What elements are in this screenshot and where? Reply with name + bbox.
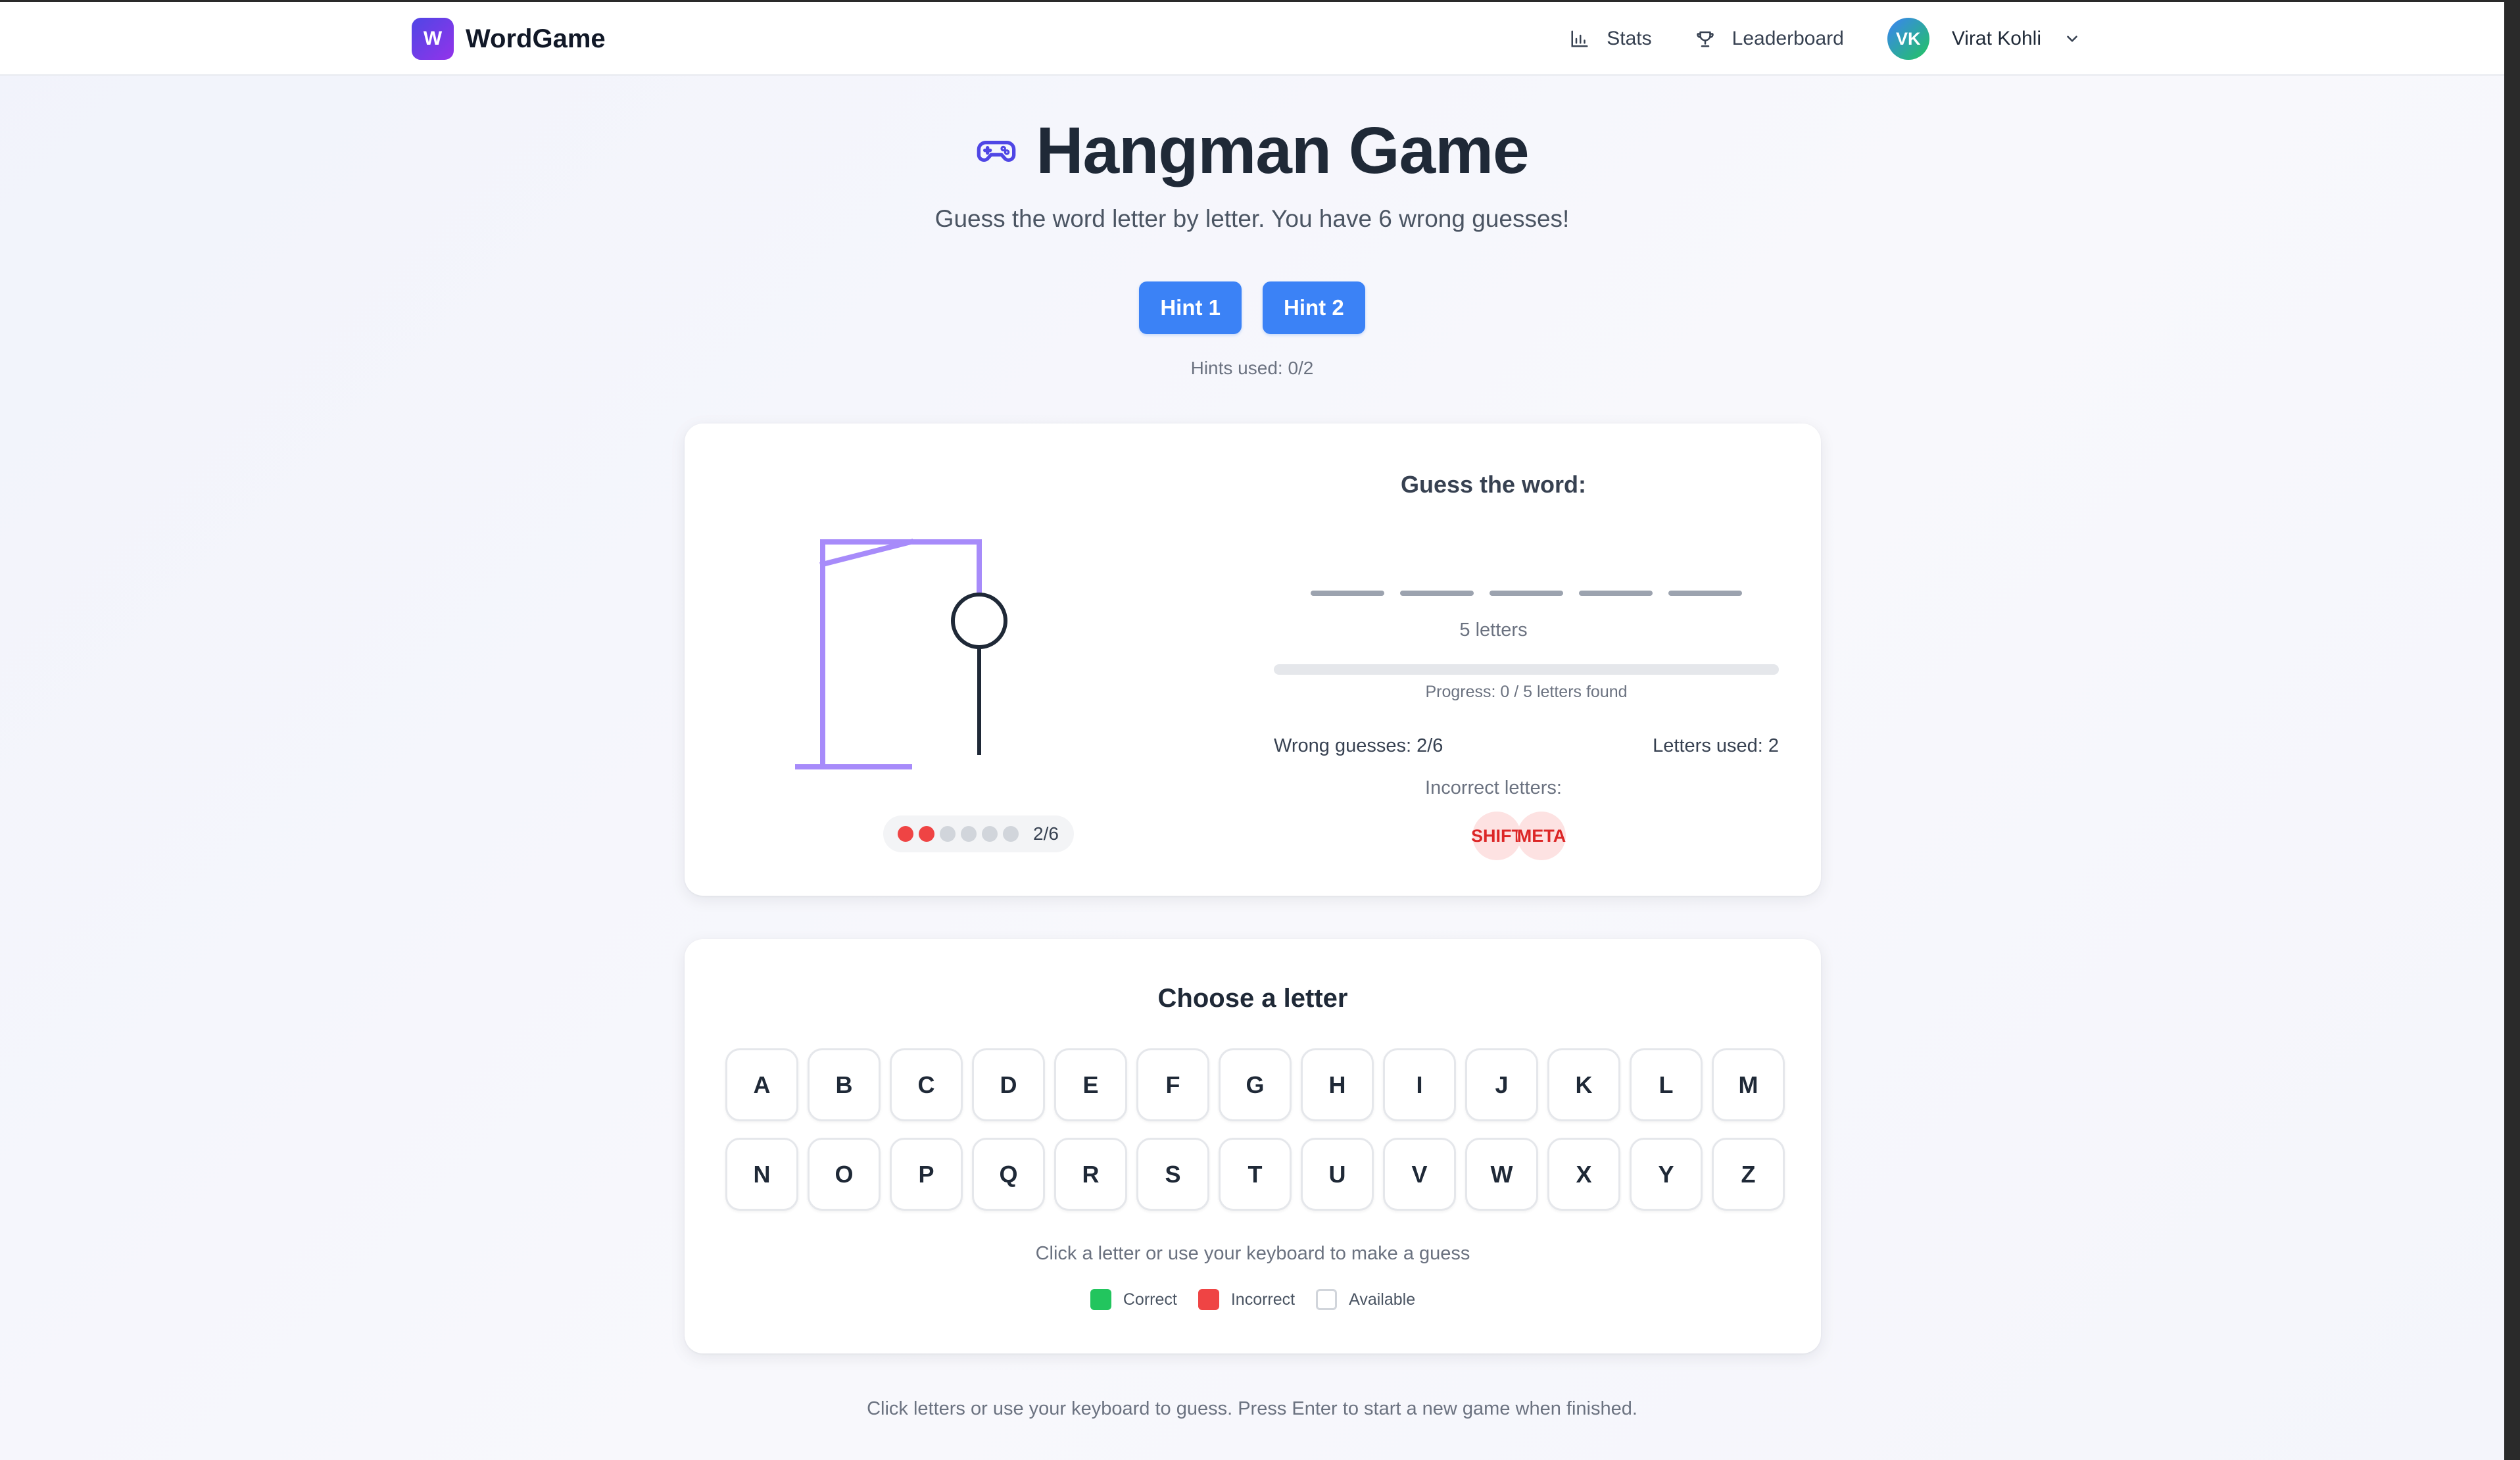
lives-indicator: 2/6 [883, 815, 1074, 852]
bar-chart-icon [1571, 30, 1588, 47]
letter-slot [1579, 591, 1653, 596]
leaderboard-label: Leaderboard [1732, 28, 1844, 49]
life-dot [919, 826, 934, 842]
nav-links: Stats Leaderboard VK Virat Kohli [1570, 18, 2081, 60]
letter-key-r[interactable]: R [1054, 1138, 1127, 1211]
legend-incorrect: Incorrect [1198, 1289, 1295, 1310]
lives-count: 2/6 [1033, 823, 1059, 844]
letter-key-k[interactable]: K [1547, 1048, 1620, 1121]
incorrect-letters-title: Incorrect letters: [1425, 777, 1562, 798]
avatar[interactable]: VK [1887, 18, 1929, 60]
letter-key-f[interactable]: F [1136, 1048, 1209, 1121]
letters-count: 5 letters [1459, 620, 1528, 641]
letter-key-o[interactable]: O [808, 1138, 881, 1211]
stats-label: Stats [1607, 28, 1652, 49]
brand-logo: W [412, 18, 454, 60]
gallows-brace [819, 539, 914, 568]
hints-used: Hints used: 0/2 [1190, 358, 1314, 378]
legend-available-label: Available [1349, 1290, 1416, 1309]
guess-title: Guess the word: [1400, 471, 1587, 498]
life-dot [1003, 826, 1019, 842]
trophy-icon [1696, 31, 1714, 47]
chevron-down-icon[interactable] [2064, 30, 2081, 47]
title-row: Hangman Game [0, 113, 2504, 189]
letter-key-c[interactable]: C [890, 1048, 963, 1121]
life-dot [940, 826, 956, 842]
letter-slot [1311, 591, 1384, 596]
letter-slot [1668, 591, 1742, 596]
brand[interactable]: W WordGame [412, 18, 606, 60]
letter-key-g[interactable]: G [1219, 1048, 1292, 1121]
letter-key-w[interactable]: W [1465, 1138, 1538, 1211]
incorrect-letters: SHIFT META [1471, 812, 1566, 860]
progress-label: Progress: 0 / 5 letters found [1425, 683, 1628, 701]
letter-key-z[interactable]: Z [1712, 1138, 1785, 1211]
incorrect-letter-chip: SHIFT [1471, 812, 1522, 860]
hangman-head [951, 593, 1007, 649]
letter-key-m[interactable]: M [1712, 1048, 1785, 1121]
word-slots [1311, 591, 1758, 596]
incorrect-letter-chip: META [1517, 812, 1566, 860]
life-dot [961, 826, 977, 842]
letter-slot [1490, 591, 1563, 596]
navbar: W WordGame Stats Leaderboard VK Virat Ko… [0, 2, 2504, 76]
letter-key-x[interactable]: X [1547, 1138, 1620, 1211]
letter-key-a[interactable]: A [725, 1048, 798, 1121]
hangman-drawing [795, 539, 1007, 769]
key-legend: Correct Incorrect Available [685, 1289, 1821, 1310]
letter-key-s[interactable]: S [1136, 1138, 1209, 1211]
window-edge [2504, 0, 2520, 1460]
footer-note: Click letters or use your keyboard to gu… [867, 1398, 1637, 1419]
stats-link[interactable]: Stats [1570, 28, 1652, 50]
legend-correct-label: Correct [1123, 1290, 1177, 1309]
letter-key-l[interactable]: L [1630, 1048, 1703, 1121]
letter-keyboard: A B C D E F G H I J K L M N O P Q R S T … [725, 1048, 1785, 1211]
hint-1-button[interactable]: Hint 1 [1139, 281, 1242, 334]
incorrect-swatch [1198, 1289, 1219, 1310]
life-dot [982, 826, 998, 842]
page-subtitle: Guess the word letter by letter. You hav… [934, 205, 1570, 232]
letters-used: Letters used: 2 [1653, 735, 1779, 756]
letter-key-i[interactable]: I [1383, 1048, 1456, 1121]
letter-key-b[interactable]: B [808, 1048, 881, 1121]
letter-key-e[interactable]: E [1054, 1048, 1127, 1121]
letter-key-d[interactable]: D [972, 1048, 1045, 1121]
letter-key-v[interactable]: V [1383, 1138, 1456, 1211]
keyboard-help: Click a letter or use your keyboard to m… [1035, 1243, 1470, 1264]
progress-bar [1274, 664, 1779, 675]
wrong-guesses: Wrong guesses: 2/6 [1274, 735, 1443, 756]
keyboard-title: Choose a letter [1157, 984, 1348, 1013]
letter-key-q[interactable]: Q [972, 1138, 1045, 1211]
legend-incorrect-label: Incorrect [1230, 1290, 1296, 1309]
letter-slot [1400, 591, 1474, 596]
letter-key-y[interactable]: Y [1630, 1138, 1703, 1211]
hint-2-button[interactable]: Hint 2 [1263, 281, 1365, 334]
letter-key-p[interactable]: P [890, 1138, 963, 1211]
user-name[interactable]: Virat Kohli [1952, 28, 2041, 50]
letter-key-j[interactable]: J [1465, 1048, 1538, 1121]
letter-key-n[interactable]: N [725, 1138, 798, 1211]
life-dot [898, 826, 913, 842]
gamepad-icon [977, 140, 1016, 162]
brand-name: WordGame [466, 24, 606, 53]
letter-key-t[interactable]: T [1219, 1138, 1292, 1211]
letter-key-u[interactable]: U [1301, 1138, 1374, 1211]
letter-key-h[interactable]: H [1301, 1048, 1374, 1121]
available-swatch [1316, 1289, 1338, 1310]
hint-buttons: Hint 1 Hint 2 [0, 281, 2504, 334]
leaderboard-link[interactable]: Leaderboard [1695, 28, 1844, 50]
game-card: 2/6 Guess the word: 5 letters Progress: … [685, 424, 1821, 896]
keyboard-card: Choose a letter A B C D E F G H I J K L … [685, 939, 1821, 1353]
correct-swatch [1090, 1289, 1111, 1310]
legend-correct: Correct [1090, 1289, 1177, 1310]
legend-available: Available [1316, 1289, 1415, 1310]
page-title: Hangman Game [1036, 114, 1529, 187]
